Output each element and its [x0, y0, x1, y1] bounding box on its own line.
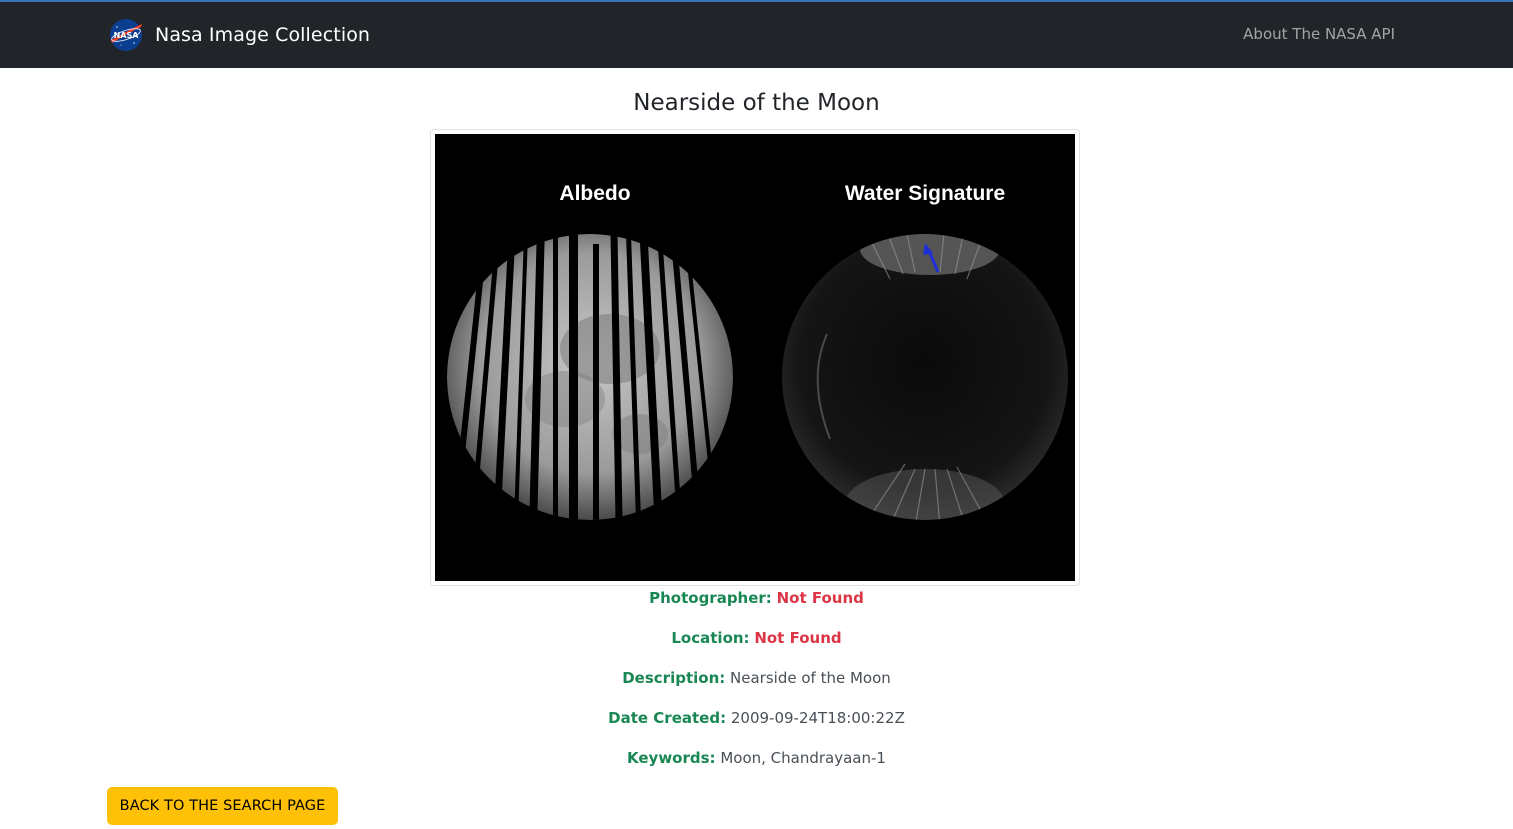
photographer-value: Not Found [776, 589, 864, 607]
page-title: Nearside of the Moon [633, 90, 880, 116]
top-navbar: NASA Nasa Image Collection About The NAS… [0, 0, 1513, 68]
nasa-logo-icon: NASA [110, 19, 142, 51]
date-created-label: Date Created: [608, 709, 727, 727]
photographer-row: Photographer: Not Found [0, 589, 1513, 607]
brand-title: Nasa Image Collection [155, 24, 371, 46]
description-value: Nearside of the Moon [730, 669, 891, 687]
location-row: Location: Not Found [0, 629, 1513, 647]
brand-link[interactable]: NASA Nasa Image Collection [108, 18, 370, 52]
keywords-label: Keywords: [627, 749, 716, 767]
description-label: Description: [622, 669, 726, 687]
keywords-value: Moon, Chandrayaan-1 [720, 749, 886, 767]
moon-image: Albedo Water Signature [435, 134, 1075, 581]
svg-text:NASA: NASA [114, 31, 140, 40]
about-nasa-api-link[interactable]: About The NASA API [1243, 25, 1395, 43]
water-signature-label: Water Signature [845, 182, 1005, 205]
back-to-search-button[interactable]: BACK TO THE SEARCH PAGE [107, 787, 338, 825]
albedo-label: Albedo [559, 182, 630, 205]
date-created-row: Date Created: 2009-09-24T18:00:22Z [0, 709, 1513, 727]
location-label: Location: [671, 629, 750, 647]
location-value: Not Found [754, 629, 842, 647]
date-created-value: 2009-09-24T18:00:22Z [730, 709, 905, 727]
image-thumbnail: Albedo Water Signature [430, 129, 1080, 586]
description-row: Description: Nearside of the Moon [0, 669, 1513, 687]
keywords-row: Keywords: Moon, Chandrayaan-1 [0, 749, 1513, 767]
photographer-label: Photographer: [649, 589, 772, 607]
